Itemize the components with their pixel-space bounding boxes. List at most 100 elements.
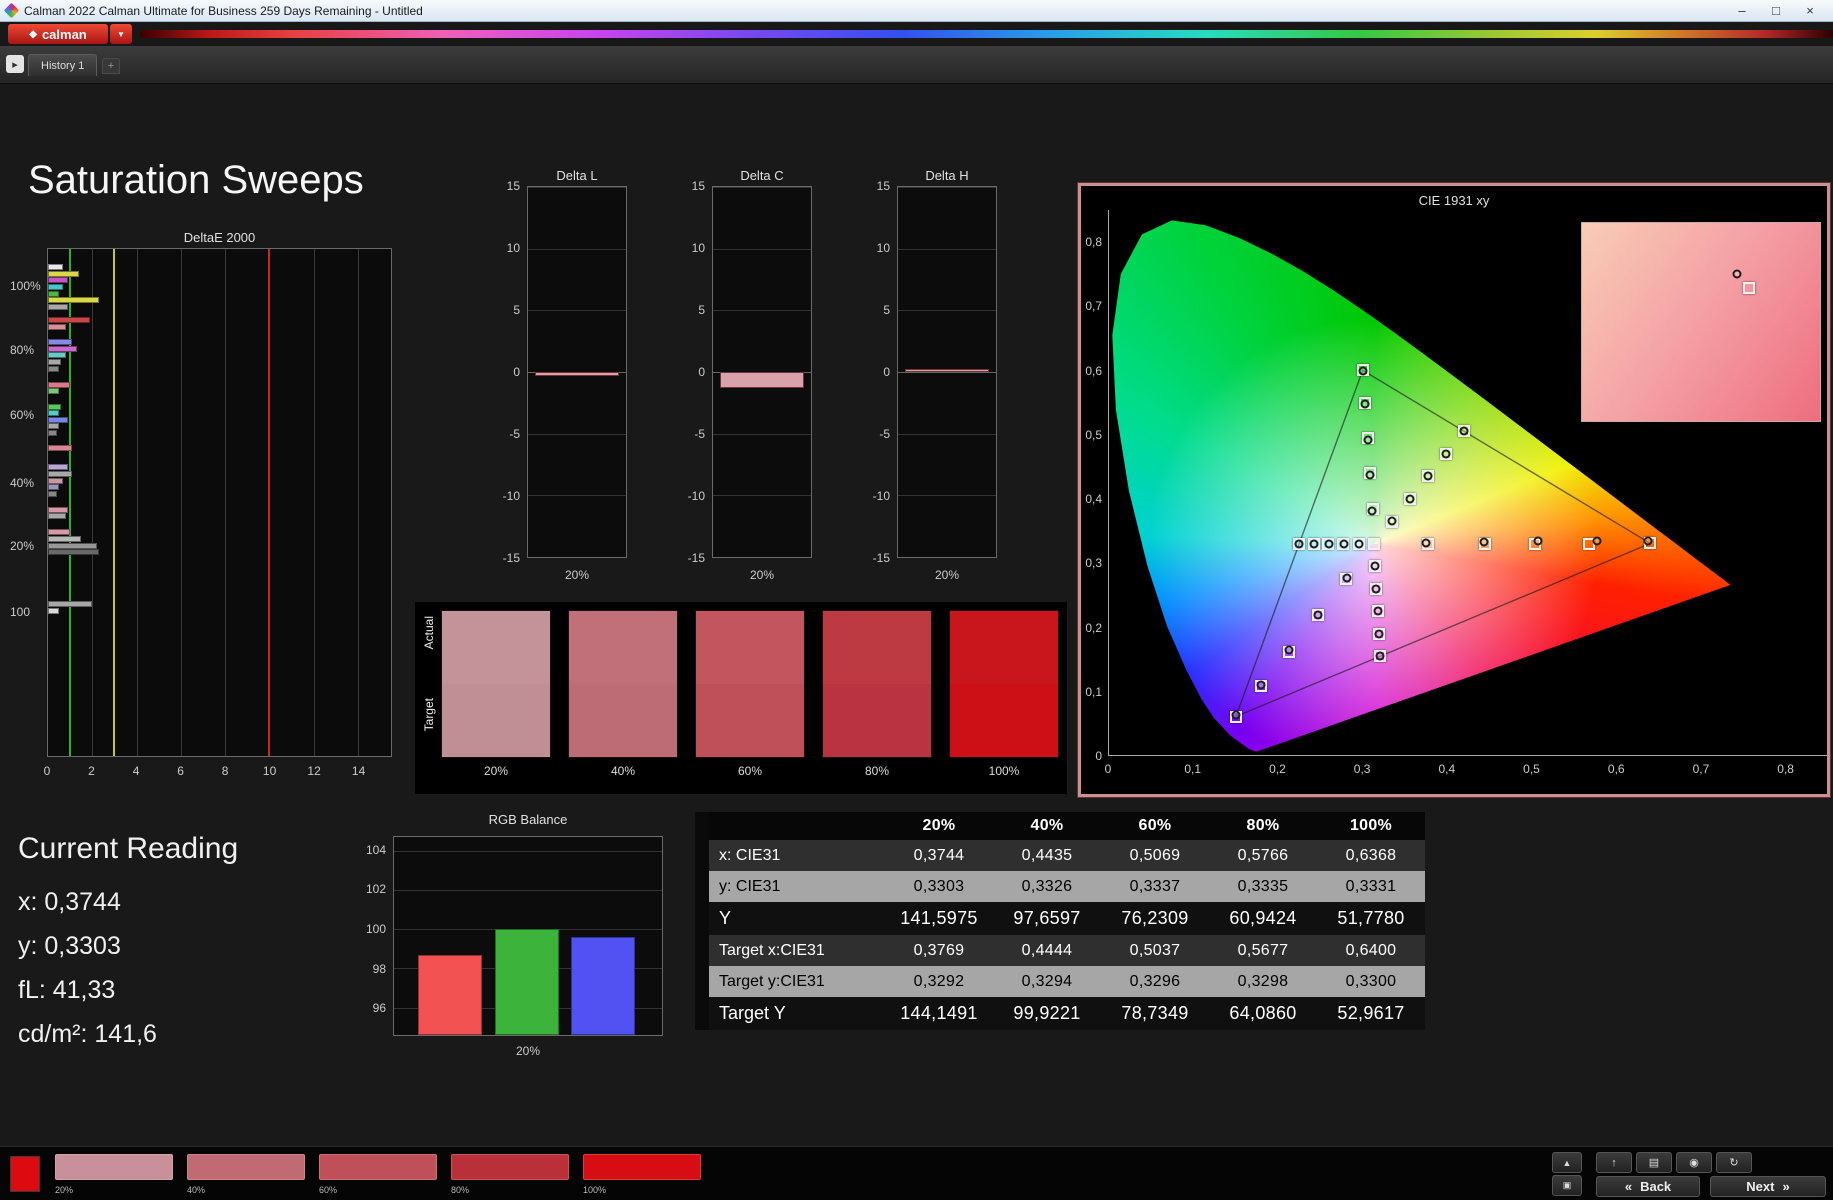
preview-icon-button[interactable]: ◉ — [1676, 1152, 1712, 1173]
measured-point — [1284, 645, 1294, 655]
gridline — [528, 310, 626, 312]
measured-point — [1375, 651, 1385, 661]
gridline — [713, 187, 811, 188]
y-tick-label: -10 — [502, 489, 520, 503]
eject-icon-button[interactable]: ↑ — [1596, 1152, 1632, 1173]
panel-toggle-button[interactable]: ▣ — [1552, 1175, 1582, 1196]
patch-item[interactable]: 20% — [55, 1154, 173, 1198]
table-row: Y 141,5975 97,6597 76,2309 60,9424 51,7780 — [695, 902, 1425, 935]
patch-item[interactable]: 40% — [187, 1154, 305, 1198]
measured-point — [1339, 539, 1349, 549]
history-play-icon-button[interactable]: ▸ — [6, 55, 24, 73]
error-bar — [48, 339, 73, 346]
table-value: 0,3769 — [913, 941, 965, 959]
gridline — [528, 187, 626, 188]
gridline — [713, 495, 811, 497]
chart-title: Delta L — [556, 168, 598, 183]
x-tick-label: 0 — [1104, 762, 1112, 776]
bottom-icon-buttons: ↑ ▤ ◉ ↻ — [1596, 1152, 1752, 1173]
chart-title: Delta H — [925, 168, 969, 183]
measured-point — [1358, 366, 1368, 376]
chart-title: Delta C — [740, 168, 784, 183]
error-bar — [48, 601, 93, 608]
target-color — [823, 684, 931, 757]
error-bar — [48, 365, 60, 372]
x-axis-label: 20% — [934, 568, 960, 582]
x-tick-label: 0,3 — [1353, 762, 1371, 776]
table-value: 0,6368 — [1345, 846, 1397, 864]
delta-bar — [534, 372, 620, 376]
report-icon-button[interactable]: ▤ — [1636, 1152, 1672, 1173]
delta-h-chart: Delta H 15 10 5 0 -5 -10 -15 20% — [857, 166, 1017, 596]
calman-diamond-icon: ◆ — [29, 28, 37, 40]
error-bar — [48, 403, 62, 410]
refresh-icon-button[interactable]: ↻ — [1716, 1152, 1752, 1173]
error-bar — [48, 381, 71, 388]
inset-measured-marker — [1732, 269, 1742, 279]
table-value: 0,3298 — [1237, 972, 1289, 990]
gridline — [898, 310, 996, 312]
y-tick-label: -15 — [687, 551, 705, 565]
chart-title: CIE 1931 xy — [1418, 193, 1490, 208]
calman-logo-button[interactable]: ◆ calman — [8, 24, 108, 44]
x-tick-label: 8 — [221, 764, 229, 778]
maximize-button[interactable]: □ — [1759, 0, 1793, 22]
delta-c-ylabels: 15 10 5 0 -5 -10 -15 — [672, 179, 708, 565]
gridline — [528, 557, 626, 558]
y-tick-label: 98 — [372, 961, 386, 976]
row-label: y: CIE31 — [719, 877, 781, 895]
table-value: 0,3744 — [913, 846, 965, 864]
rgb-ylabels: 104 102 100 98 96 — [348, 836, 389, 1036]
close-button[interactable]: × — [1793, 0, 1827, 22]
table-edge-cell — [695, 935, 709, 966]
reference-line — [69, 249, 72, 756]
table-edge-cell — [695, 997, 709, 1030]
x-tick-label: 4 — [132, 764, 140, 778]
patch-color — [187, 1154, 305, 1180]
column-header: 60% — [1138, 817, 1172, 834]
y-tick-label: 0,3 — [1085, 556, 1102, 571]
add-tab-button[interactable]: + — [102, 58, 120, 74]
measured-point — [1387, 516, 1397, 526]
error-bar — [48, 352, 66, 359]
chart-title: DeltaE 2000 — [183, 230, 256, 245]
measured-point — [1373, 606, 1383, 616]
collapse-panel-button[interactable]: ▲ — [1552, 1152, 1582, 1173]
table-value: 0,5037 — [1129, 941, 1181, 959]
gridline — [313, 249, 315, 756]
patch-swatch — [695, 610, 805, 758]
error-bar — [48, 270, 79, 277]
swatch-column: 80% — [822, 610, 932, 778]
toolbar: ▸ History 1 + X-Rite i1Pro 3 Direct View… — [0, 46, 1833, 124]
column-header: 80% — [1246, 817, 1280, 834]
tab-history[interactable]: History 1 — [28, 54, 98, 76]
y-tick-label: 10 — [691, 241, 705, 255]
next-button[interactable]: Next » — [1710, 1176, 1826, 1197]
y-tick-label: 102 — [365, 882, 386, 897]
y-tick-label: 96 — [372, 1001, 386, 1016]
y-axis-label: 100 — [10, 604, 31, 619]
gridline — [225, 249, 227, 756]
table-edge-cell — [695, 812, 709, 840]
logo-dropdown-button[interactable]: ▼ — [110, 24, 132, 44]
reference-line — [113, 249, 116, 756]
swatch-column: 20% — [441, 610, 551, 778]
measured-point — [1324, 539, 1334, 549]
chevron-down-icon: ▼ — [117, 29, 125, 39]
back-button[interactable]: « Back — [1596, 1176, 1700, 1197]
cie-yticks: 0 0,1 0,2 0,3 0,4 0,5 0,6 0,7 0,8 — [1081, 210, 1105, 763]
actual-target-swatch-strip: Actual Target 20% 40% 60% 80% 100% — [415, 602, 1067, 794]
table-row: y: CIE31 0,3303 0,3326 0,3337 0,3335 0,3331 — [695, 871, 1425, 902]
patch-item[interactable]: 60% — [319, 1154, 437, 1198]
rgb-bar-blue — [570, 936, 636, 1035]
patch-item[interactable]: 80% — [451, 1154, 569, 1198]
minimize-button[interactable]: – — [1725, 0, 1759, 22]
target-color — [569, 684, 677, 757]
x-axis-label: 20% — [564, 568, 590, 582]
gridline — [180, 249, 182, 756]
patch-item[interactable]: 100% — [583, 1154, 701, 1198]
column-header: 40% — [1030, 817, 1064, 834]
back-arrow-icon: « — [1624, 1179, 1633, 1194]
measured-point — [1309, 539, 1319, 549]
swatch-label: 40% — [610, 764, 636, 778]
